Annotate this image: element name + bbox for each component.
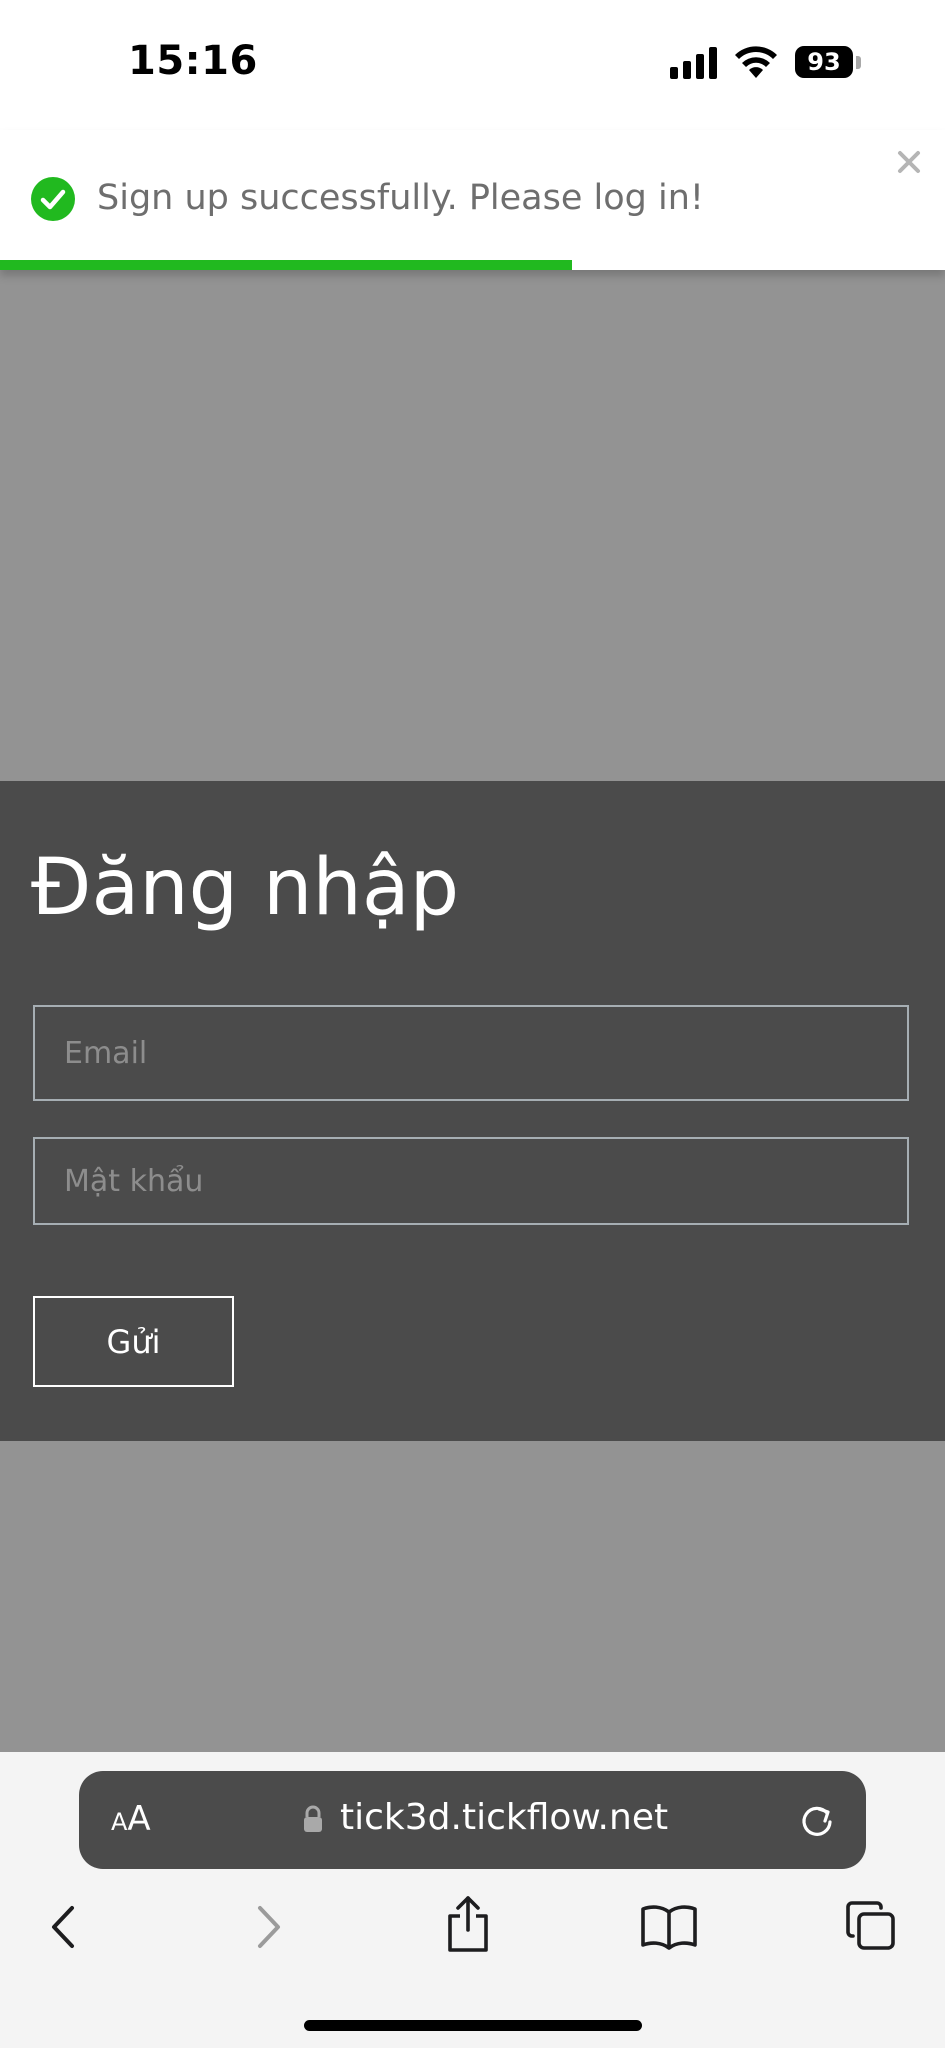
battery-cap bbox=[856, 56, 861, 69]
toast-notification: Sign up successfully. Please log in! bbox=[0, 130, 945, 270]
lock-icon bbox=[304, 1805, 322, 1832]
close-icon[interactable] bbox=[894, 147, 924, 177]
reload-icon[interactable] bbox=[797, 1801, 837, 1841]
text-size-large-label: A bbox=[127, 1799, 151, 1839]
battery-indicator: 93 bbox=[795, 46, 853, 78]
share-icon[interactable] bbox=[444, 1894, 492, 1954]
text-size-button[interactable]: AA bbox=[111, 1799, 151, 1839]
cellular-signal-icon bbox=[670, 47, 717, 79]
address-bar[interactable]: AA tick3d.tickflow.net bbox=[79, 1771, 866, 1869]
forward-icon[interactable] bbox=[252, 1902, 286, 1952]
status-bar: 15:16 93 bbox=[0, 0, 945, 130]
home-indicator bbox=[304, 2020, 642, 2031]
tabs-icon[interactable] bbox=[845, 1900, 897, 1952]
wifi-icon bbox=[735, 46, 777, 78]
text-size-small-label: A bbox=[111, 1808, 128, 1836]
login-panel: Đăng nhập Gửi bbox=[0, 781, 945, 1441]
url-text: tick3d.tickflow.net bbox=[340, 1797, 669, 1838]
toast-progress-bar bbox=[0, 260, 572, 270]
toast-message: Sign up successfully. Please log in! bbox=[97, 178, 704, 218]
check-circle-icon bbox=[31, 177, 75, 221]
login-title: Đăng nhập bbox=[31, 843, 460, 933]
submit-button[interactable]: Gửi bbox=[33, 1296, 234, 1387]
bookmarks-icon[interactable] bbox=[640, 1902, 698, 1950]
status-time: 15:16 bbox=[128, 38, 258, 84]
toast-progress-track bbox=[0, 260, 945, 270]
password-field[interactable] bbox=[33, 1137, 909, 1225]
back-icon[interactable] bbox=[46, 1902, 80, 1952]
browser-toolbar: AA tick3d.tickflow.net bbox=[0, 1752, 945, 2048]
email-field[interactable] bbox=[33, 1005, 909, 1101]
